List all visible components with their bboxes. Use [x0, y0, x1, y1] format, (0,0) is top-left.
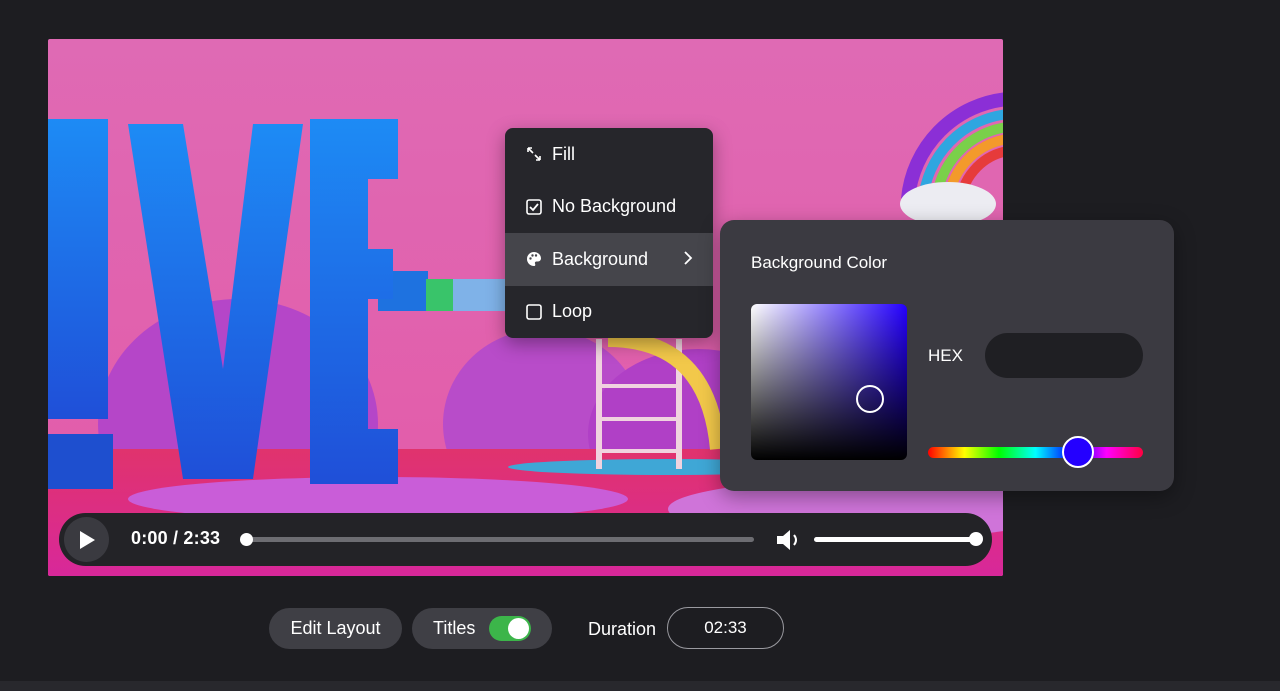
menu-item-label: No Background: [552, 196, 677, 217]
menu-item-no-background[interactable]: No Background: [505, 181, 713, 234]
play-icon: [79, 530, 95, 549]
edit-layout-label: Edit Layout: [290, 618, 381, 638]
background-color-panel: Background Color HEX: [720, 220, 1174, 491]
time-display: 0:00 / 2:33: [131, 528, 221, 548]
volume-slider[interactable]: [814, 537, 979, 542]
panel-title: Background Color: [751, 253, 888, 272]
hex-label: HEX: [928, 346, 963, 365]
menu-item-label: Loop: [552, 301, 593, 322]
checkbox-empty-icon: [525, 303, 542, 320]
menu-item-label: Background: [552, 248, 649, 269]
hue-slider[interactable]: [928, 447, 1143, 458]
play-button[interactable]: [64, 517, 109, 562]
duration-label: Duration: [588, 619, 657, 639]
duration-value: 02:33: [704, 618, 747, 637]
chevron-right-icon: [684, 251, 693, 265]
volume-handle[interactable]: [969, 532, 983, 546]
checkbox-checked-icon: [525, 198, 542, 215]
menu-item-fill[interactable]: Fill: [505, 128, 713, 181]
volume-icon[interactable]: [774, 526, 802, 554]
bottom-divider: [0, 681, 1280, 691]
menu-item-loop[interactable]: Loop: [505, 286, 713, 339]
hue-handle[interactable]: [1062, 436, 1094, 468]
expand-arrows-icon: [525, 146, 542, 163]
toggle-knob: [508, 618, 529, 639]
titles-label: Titles: [433, 618, 476, 638]
menu-item-label: Fill: [552, 143, 575, 164]
menu-item-background[interactable]: Background: [505, 233, 713, 286]
player-controls: 0:00 / 2:33: [59, 513, 992, 566]
titles-toggle[interactable]: [489, 616, 531, 641]
context-menu: Fill No Background Background Loop: [505, 128, 713, 338]
color-picker-cursor[interactable]: [856, 385, 884, 413]
edit-layout-button[interactable]: Edit Layout: [269, 608, 402, 649]
saturation-value-picker[interactable]: [751, 304, 907, 460]
duration-field[interactable]: 02:33: [667, 607, 784, 649]
titles-toggle-button[interactable]: Titles: [412, 608, 552, 649]
hex-input[interactable]: [985, 333, 1143, 378]
seek-handle[interactable]: [240, 533, 253, 546]
palette-icon: [525, 251, 542, 268]
seek-bar[interactable]: [244, 537, 754, 542]
